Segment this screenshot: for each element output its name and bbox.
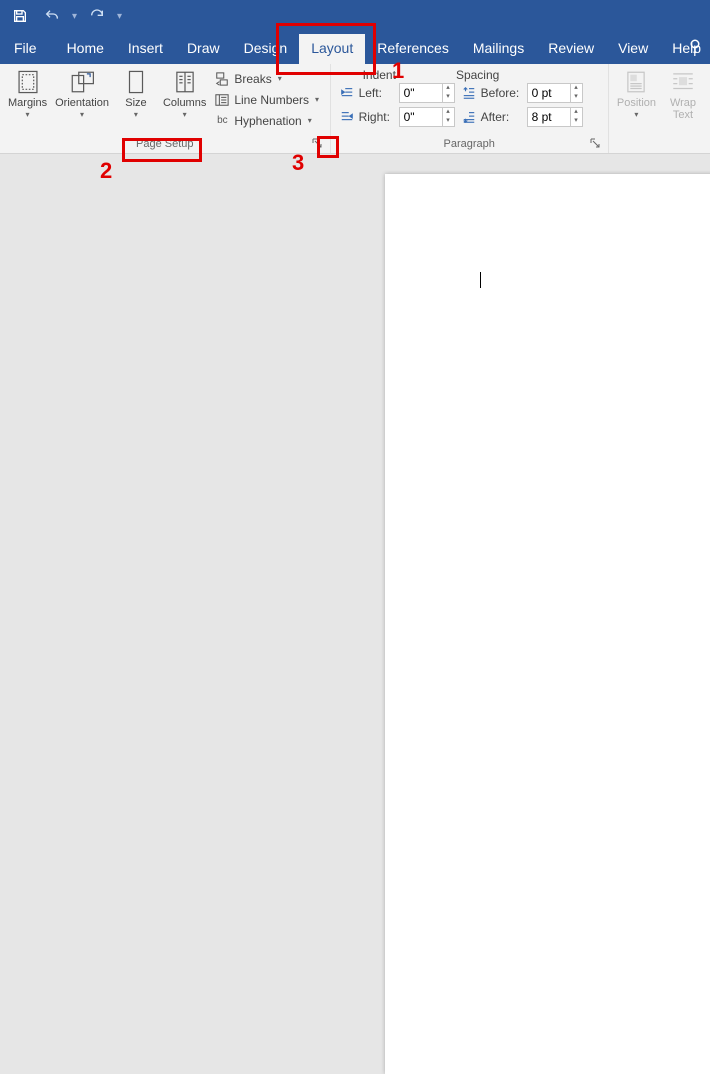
save-button[interactable] [6, 2, 34, 30]
spinner-down-icon[interactable]: ▾ [571, 117, 582, 126]
spinner-up-icon[interactable]: ▴ [443, 84, 454, 93]
chevron-down-icon: ▾ [634, 110, 638, 119]
spinner-down-icon[interactable]: ▾ [443, 117, 454, 126]
tab-design[interactable]: Design [232, 34, 300, 64]
spacing-after-input[interactable]: ▴▾ [527, 107, 583, 127]
spinner-down-icon[interactable]: ▾ [571, 93, 582, 102]
size-button[interactable]: Size ▾ [113, 66, 159, 121]
ribbon-tabs: File Home Insert Draw Design Layout Refe… [0, 32, 710, 64]
tab-mailings[interactable]: Mailings [461, 34, 536, 64]
spacing-after-icon [461, 109, 477, 125]
tell-me-icon[interactable] [686, 38, 704, 61]
quick-access-toolbar: ▾ ▾ [0, 0, 710, 32]
tab-insert[interactable]: Insert [116, 34, 175, 64]
undo-button[interactable] [38, 2, 66, 30]
orientation-button[interactable]: Orientation ▾ [51, 66, 113, 121]
spacing-before-input[interactable]: ▴▾ [527, 83, 583, 103]
tab-file[interactable]: File [0, 34, 55, 64]
document-workspace[interactable] [0, 154, 710, 595]
chevron-down-icon: ▾ [278, 74, 282, 83]
tab-layout[interactable]: Layout [299, 34, 365, 64]
group-label-paragraph: Paragraph [444, 138, 495, 150]
wrap-text-icon [669, 68, 697, 96]
tab-home[interactable]: Home [55, 34, 116, 64]
line-numbers-button[interactable]: Line Numbers ▾ [212, 89, 321, 110]
line-numbers-icon [214, 92, 230, 108]
margins-button[interactable]: Margins ▾ [4, 66, 51, 121]
indent-left-input[interactable]: ▴▾ [399, 83, 455, 103]
tab-view[interactable]: View [606, 34, 660, 64]
spinner-down-icon[interactable]: ▾ [443, 93, 454, 102]
spacing-header: Spacing [456, 68, 499, 82]
group-page-setup: Margins ▾ Orientation ▾ Size ▾ Columns ▾ [0, 64, 331, 153]
tab-references[interactable]: References [365, 34, 461, 64]
columns-button[interactable]: Columns ▾ [159, 66, 210, 121]
chevron-down-icon: ▾ [308, 116, 312, 125]
breaks-icon [214, 71, 230, 87]
text-cursor [480, 272, 481, 288]
group-label-page-setup: Page Setup [136, 138, 194, 150]
position-icon [622, 68, 650, 96]
hyphenation-icon: bc [214, 113, 230, 129]
indent-right-icon [339, 109, 355, 125]
margins-icon [14, 68, 42, 96]
paragraph-dialog-launcher[interactable] [588, 136, 602, 150]
spinner-up-icon[interactable]: ▴ [443, 108, 454, 117]
breaks-button[interactable]: Breaks ▾ [212, 68, 321, 89]
size-icon [122, 68, 150, 96]
group-paragraph: Indent Spacing Left: ▴▾ Right: [331, 64, 609, 153]
document-page[interactable] [385, 174, 710, 1074]
undo-chevron-icon[interactable]: ▾ [70, 11, 79, 22]
spinner-up-icon[interactable]: ▴ [571, 84, 582, 93]
chevron-down-icon: ▾ [80, 110, 84, 119]
indent-left-icon [339, 85, 355, 101]
tab-review[interactable]: Review [536, 34, 606, 64]
page-setup-dialog-launcher[interactable] [310, 136, 324, 150]
chevron-down-icon: ▾ [315, 95, 319, 104]
ribbon: Margins ▾ Orientation ▾ Size ▾ Columns ▾ [0, 64, 710, 154]
hyphenation-button[interactable]: bc Hyphenation ▾ [212, 110, 321, 131]
tab-draw[interactable]: Draw [175, 34, 232, 64]
wrap-text-button: Wrap Text [660, 66, 706, 123]
columns-icon [171, 68, 199, 96]
indent-header: Indent [363, 68, 396, 82]
spacing-before-icon [461, 85, 477, 101]
customize-qa-chevron-icon[interactable]: ▾ [115, 11, 124, 22]
chevron-down-icon: ▾ [183, 110, 187, 119]
redo-button[interactable] [83, 2, 111, 30]
chevron-down-icon: ▾ [134, 110, 138, 119]
spinner-up-icon[interactable]: ▴ [571, 108, 582, 117]
position-button: Position ▾ [613, 66, 660, 121]
indent-right-input[interactable]: ▴▾ [399, 107, 455, 127]
group-arrange: Position ▾ Wrap Text [609, 64, 710, 153]
orientation-icon [68, 68, 96, 96]
chevron-down-icon: ▾ [26, 110, 30, 119]
